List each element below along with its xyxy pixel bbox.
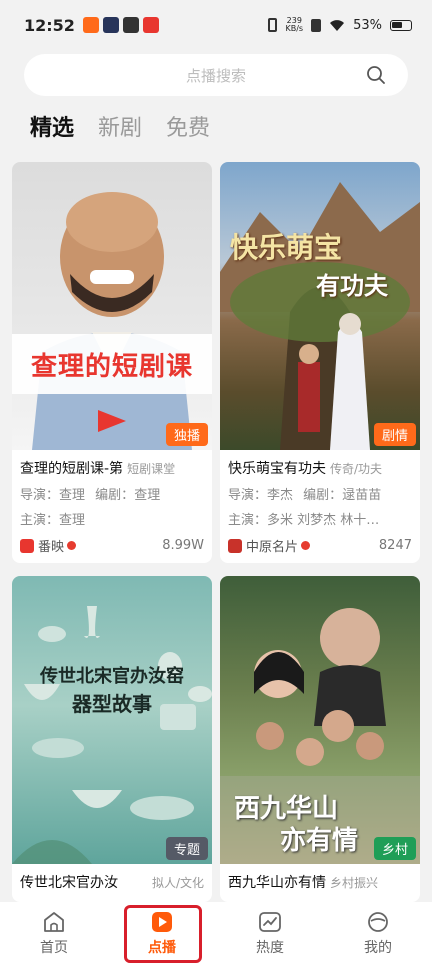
status-bar: 12:52 239 KB/s 53% bbox=[0, 0, 432, 50]
poster-subtitle: 有功夫 bbox=[316, 266, 388, 301]
nav-home-label: 首页 bbox=[40, 940, 68, 956]
poster-image: 快乐萌宝 有功夫 剧情 bbox=[220, 162, 420, 450]
poster-subtitle: 器型故事 bbox=[12, 688, 212, 717]
app-notification-icon bbox=[102, 17, 119, 33]
view-count: 8.99W bbox=[162, 538, 204, 553]
provider-name: 番映 bbox=[38, 540, 65, 555]
director-label: 导演： bbox=[228, 488, 268, 503]
net-speed: 239 KB/s bbox=[285, 17, 303, 33]
card-title: 西九华山亦有情 bbox=[228, 875, 326, 891]
tab-new-drama[interactable]: 新剧 bbox=[98, 110, 142, 142]
poster-title-banner: 查理的短剧课 bbox=[12, 334, 212, 394]
view-count: 8247 bbox=[378, 538, 412, 553]
poster-title-line2: 器型故事 bbox=[72, 692, 152, 716]
card-title: 查理的短剧课-第 bbox=[20, 461, 124, 477]
nav-trending[interactable]: 热度 bbox=[230, 909, 310, 957]
battery-text: 53% bbox=[353, 17, 382, 33]
profile-icon bbox=[368, 912, 388, 932]
tab-free[interactable]: 免费 bbox=[166, 110, 210, 142]
verified-icon bbox=[67, 541, 77, 550]
app-notification-icon bbox=[82, 17, 99, 33]
provider-icon bbox=[228, 538, 242, 553]
status-right: 239 KB/s 53% bbox=[268, 17, 412, 33]
video-card[interactable]: 传世北宋官办汝窑 器型故事 专题 传世北宋官办汝 拟人/文化 bbox=[12, 576, 212, 902]
card-genre: 短剧课堂 bbox=[127, 462, 176, 476]
poster-title-line2: 有功夫 bbox=[316, 272, 388, 300]
badge-rural: 乡村 bbox=[373, 837, 416, 860]
poster-title: 传世北宋官办汝窑 bbox=[12, 662, 212, 688]
brand-logo-icon bbox=[98, 410, 126, 432]
net-speed-unit: KB/s bbox=[285, 24, 304, 33]
poster-title-text: 查理的短剧课 bbox=[30, 351, 193, 382]
video-card[interactable]: 西九华山 亦有情 乡村 西九华山亦有情 乡村振兴 bbox=[220, 576, 420, 902]
app-notification-icon bbox=[142, 17, 159, 33]
poster-image: 西九华山 亦有情 乡村 bbox=[220, 576, 420, 864]
search-icon[interactable] bbox=[366, 65, 386, 85]
verified-icon bbox=[301, 541, 311, 550]
category-tabs: 精选 新剧 免费 bbox=[30, 110, 210, 142]
provider-name: 中原名片 bbox=[246, 540, 299, 555]
badge-topic: 专题 bbox=[165, 837, 208, 860]
director: 查理 bbox=[59, 488, 86, 503]
poster-scene bbox=[220, 182, 420, 450]
app-notification-icon bbox=[122, 17, 139, 33]
vibrate-icon bbox=[268, 18, 278, 32]
video-card[interactable]: 查理的短剧课 独播 查理的短剧课-第 短剧课堂 导演：查理 编剧：查理 主演：查… bbox=[12, 162, 212, 563]
cast-label: 主演： bbox=[20, 513, 60, 528]
card-cast: 主演：多米 刘梦杰 林十… bbox=[228, 509, 412, 528]
search-bar[interactable]: 点播搜索 bbox=[24, 54, 408, 96]
card-genre: 传奇/功夫 bbox=[330, 462, 383, 476]
writer: 逯苗苗 bbox=[342, 488, 382, 503]
poster-title-line1: 传世北宋官办汝窑 bbox=[40, 666, 184, 687]
poster-image: 查理的短剧课 独播 bbox=[12, 162, 212, 450]
writer-label: 编剧： bbox=[95, 488, 135, 503]
battery-icon bbox=[390, 19, 412, 31]
director-label: 导演： bbox=[20, 488, 60, 503]
card-cast: 主演：查理 bbox=[20, 509, 204, 528]
poster-title: 快乐萌宝 bbox=[230, 226, 342, 266]
director: 李杰 bbox=[267, 488, 294, 503]
card-genre: 拟人/文化 bbox=[151, 876, 204, 890]
nav-trending-label: 热度 bbox=[256, 940, 284, 956]
card-genre: 乡村振兴 bbox=[330, 876, 379, 890]
video-card[interactable]: 快乐萌宝 有功夫 剧情 快乐萌宝有功夫 传奇/功夫 导演：李杰 编剧：逯苗苗 主… bbox=[220, 162, 420, 563]
nav-home[interactable]: 首页 bbox=[14, 909, 94, 957]
porcelain-illustration bbox=[12, 606, 212, 864]
notification-icons bbox=[82, 17, 159, 33]
highlight-box bbox=[124, 905, 202, 963]
card-title: 快乐萌宝有功夫 bbox=[228, 461, 326, 477]
poster-image: 传世北宋官办汝窑 器型故事 专题 bbox=[12, 576, 212, 864]
cast-label: 主演： bbox=[228, 513, 268, 528]
bottom-nav: 首页 点播 热度 我的 bbox=[0, 902, 432, 964]
card-credits: 导演：李杰 编剧：逯苗苗 bbox=[228, 484, 412, 503]
writer: 查理 bbox=[134, 488, 161, 503]
home-icon bbox=[44, 912, 64, 932]
nav-profile[interactable]: 我的 bbox=[338, 909, 418, 957]
poster-subtitle: 亦有情 bbox=[280, 820, 358, 857]
status-time: 12:52 bbox=[24, 15, 75, 35]
card-title: 传世北宋官办汝 bbox=[20, 875, 118, 891]
card-credits: 导演：查理 编剧：查理 bbox=[20, 484, 204, 503]
cast: 查理 bbox=[59, 513, 86, 528]
trend-icon bbox=[259, 912, 281, 932]
wifi-icon bbox=[330, 19, 345, 31]
nav-profile-label: 我的 bbox=[364, 940, 392, 956]
search-placeholder: 点播搜索 bbox=[185, 66, 246, 85]
poster-title-line2: 亦有情 bbox=[280, 826, 359, 856]
badge-exclusive: 独播 bbox=[165, 423, 208, 446]
poster-title-line1: 快乐萌宝 bbox=[230, 231, 343, 264]
badge-genre: 剧情 bbox=[373, 423, 416, 446]
provider-icon bbox=[20, 538, 34, 553]
cast: 多米 刘梦杰 林十… bbox=[267, 513, 380, 528]
writer-label: 编剧： bbox=[303, 488, 343, 503]
sim-icon bbox=[311, 18, 322, 32]
tab-featured[interactable]: 精选 bbox=[30, 110, 74, 142]
